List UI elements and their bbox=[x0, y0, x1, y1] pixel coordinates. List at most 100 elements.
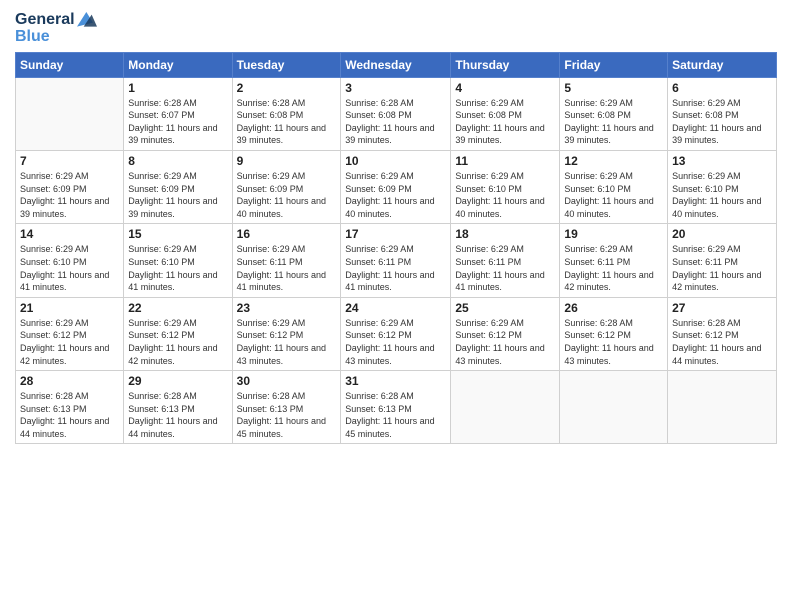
day-number: 12 bbox=[564, 154, 663, 168]
calendar-cell: 2 Sunrise: 6:28 AMSunset: 6:08 PMDaylight… bbox=[232, 77, 341, 150]
day-number: 15 bbox=[128, 227, 227, 241]
day-number: 8 bbox=[128, 154, 227, 168]
calendar-cell: 21 Sunrise: 6:29 AMSunset: 6:12 PMDayligh… bbox=[16, 297, 124, 370]
weekday-header-friday: Friday bbox=[560, 52, 668, 77]
day-number: 17 bbox=[345, 227, 446, 241]
day-number: 14 bbox=[20, 227, 119, 241]
calendar-cell: 8 Sunrise: 6:29 AMSunset: 6:09 PMDaylight… bbox=[124, 150, 232, 223]
cell-sun-info: Sunrise: 6:28 AMSunset: 6:13 PMDaylight:… bbox=[128, 390, 227, 440]
day-number: 10 bbox=[345, 154, 446, 168]
calendar-cell: 14Sunrise: 6:29 AMSunset: 6:10 PMDayligh… bbox=[16, 224, 124, 297]
cell-sun-info: Sunrise: 6:29 AMSunset: 6:12 PMDaylight:… bbox=[345, 317, 446, 367]
cell-sun-info: Sunrise: 6:29 AMSunset: 6:12 PMDaylight:… bbox=[20, 317, 119, 367]
calendar-table: SundayMondayTuesdayWednesdayThursdayFrid… bbox=[15, 52, 777, 445]
day-number: 19 bbox=[564, 227, 663, 241]
cell-sun-info: Sunrise: 6:29 AMSunset: 6:08 PMDaylight:… bbox=[564, 97, 663, 147]
calendar-cell: 9 Sunrise: 6:29 AMSunset: 6:09 PMDaylight… bbox=[232, 150, 341, 223]
calendar-cell: 17 Sunrise: 6:29 AMSunset: 6:11 PMDayligh… bbox=[341, 224, 451, 297]
calendar-cell: 20 Sunrise: 6:29 AMSunset: 6:11 PMDayligh… bbox=[668, 224, 777, 297]
cell-sun-info: Sunrise: 6:29 AMSunset: 6:10 PMDaylight:… bbox=[128, 243, 227, 293]
day-number: 13 bbox=[672, 154, 772, 168]
day-number: 16 bbox=[237, 227, 337, 241]
cell-sun-info: Sunrise: 6:28 AMSunset: 6:07 PMDaylight:… bbox=[128, 97, 227, 147]
calendar-cell bbox=[451, 371, 560, 444]
cell-sun-info: Sunrise: 6:28 AMSunset: 6:13 PMDaylight:… bbox=[20, 390, 119, 440]
weekday-header-tuesday: Tuesday bbox=[232, 52, 341, 77]
weekday-header-thursday: Thursday bbox=[451, 52, 560, 77]
calendar-cell bbox=[560, 371, 668, 444]
cell-sun-info: Sunrise: 6:29 AMSunset: 6:12 PMDaylight:… bbox=[455, 317, 555, 367]
day-number: 24 bbox=[345, 301, 446, 315]
calendar-cell: 22 Sunrise: 6:29 AMSunset: 6:12 PMDayligh… bbox=[124, 297, 232, 370]
cell-sun-info: Sunrise: 6:29 AMSunset: 6:09 PMDaylight:… bbox=[128, 170, 227, 220]
calendar-cell: 23 Sunrise: 6:29 AMSunset: 6:12 PMDayligh… bbox=[232, 297, 341, 370]
calendar-cell: 19Sunrise: 6:29 AMSunset: 6:11 PMDayligh… bbox=[560, 224, 668, 297]
week-row-3: 14 Sunrise: 6:29 AMSunset: 6:10 PMDayligh… bbox=[16, 224, 777, 297]
calendar-cell: 18Sunrise: 6:29 AMSunset: 6:11 PMDayligh… bbox=[451, 224, 560, 297]
calendar-cell: 26 Sunrise: 6:28 AMSunset: 6:12 PMDayligh… bbox=[560, 297, 668, 370]
cell-sun-info: Sunrise: 6:29 AMSunset: 6:11 PMDaylight:… bbox=[672, 243, 772, 293]
cell-sun-info: Sunrise: 6:29 AMSunset: 6:12 PMDaylight:… bbox=[237, 317, 337, 367]
day-number: 30 bbox=[237, 374, 337, 388]
cell-sun-info: Sunrise: 6:29 AMSunset: 6:11 PMDaylight:… bbox=[345, 243, 446, 293]
calendar-cell bbox=[668, 371, 777, 444]
cell-sun-info: Sunrise: 6:29 AMSunset: 6:08 PMDaylight:… bbox=[672, 97, 772, 147]
cell-sun-info: Sunrise: 6:28 AMSunset: 6:08 PMDaylight:… bbox=[237, 97, 337, 147]
weekday-header-sunday: Sunday bbox=[16, 52, 124, 77]
day-number: 4 bbox=[455, 81, 555, 95]
calendar-cell: 28 Sunrise: 6:28 AMSunset: 6:13 PMDayligh… bbox=[16, 371, 124, 444]
day-number: 2 bbox=[237, 81, 337, 95]
calendar-cell: 24 Sunrise: 6:29 AMSunset: 6:12 PMDayligh… bbox=[341, 297, 451, 370]
cell-sun-info: Sunrise: 6:28 AMSunset: 6:12 PMDaylight:… bbox=[672, 317, 772, 367]
calendar-cell: 10Sunrise: 6:29 AMSunset: 6:09 PMDayligh… bbox=[341, 150, 451, 223]
day-number: 6 bbox=[672, 81, 772, 95]
calendar-cell: 7 Sunrise: 6:29 AMSunset: 6:09 PMDaylight… bbox=[16, 150, 124, 223]
cell-sun-info: Sunrise: 6:29 AMSunset: 6:12 PMDaylight:… bbox=[128, 317, 227, 367]
cell-sun-info: Sunrise: 6:29 AMSunset: 6:11 PMDaylight:… bbox=[237, 243, 337, 293]
logo-general: General bbox=[15, 11, 75, 29]
weekday-header-row: SundayMondayTuesdayWednesdayThursdayFrid… bbox=[16, 52, 777, 77]
day-number: 21 bbox=[20, 301, 119, 315]
calendar-cell: 1 Sunrise: 6:28 AMSunset: 6:07 PMDaylight… bbox=[124, 77, 232, 150]
cell-sun-info: Sunrise: 6:28 AMSunset: 6:12 PMDaylight:… bbox=[564, 317, 663, 367]
day-number: 3 bbox=[345, 81, 446, 95]
calendar-cell bbox=[16, 77, 124, 150]
day-number: 18 bbox=[455, 227, 555, 241]
day-number: 7 bbox=[20, 154, 119, 168]
day-number: 22 bbox=[128, 301, 227, 315]
day-number: 31 bbox=[345, 374, 446, 388]
cell-sun-info: Sunrise: 6:28 AMSunset: 6:08 PMDaylight:… bbox=[345, 97, 446, 147]
calendar-cell: 30Sunrise: 6:28 AMSunset: 6:13 PMDayligh… bbox=[232, 371, 341, 444]
logo-blue: Blue bbox=[15, 28, 97, 46]
day-number: 26 bbox=[564, 301, 663, 315]
cell-sun-info: Sunrise: 6:29 AMSunset: 6:08 PMDaylight:… bbox=[455, 97, 555, 147]
calendar-cell: 25 Sunrise: 6:29 AMSunset: 6:12 PMDayligh… bbox=[451, 297, 560, 370]
week-row-2: 7 Sunrise: 6:29 AMSunset: 6:09 PMDaylight… bbox=[16, 150, 777, 223]
cell-sun-info: Sunrise: 6:29 AMSunset: 6:09 PMDaylight:… bbox=[20, 170, 119, 220]
logo-container: General Blue bbox=[15, 10, 97, 46]
day-number: 1 bbox=[128, 81, 227, 95]
weekday-header-monday: Monday bbox=[124, 52, 232, 77]
weekday-header-wednesday: Wednesday bbox=[341, 52, 451, 77]
calendar-cell: 12Sunrise: 6:29 AMSunset: 6:10 PMDayligh… bbox=[560, 150, 668, 223]
calendar-cell: 13 Sunrise: 6:29 AMSunset: 6:10 PMDayligh… bbox=[668, 150, 777, 223]
cell-sun-info: Sunrise: 6:28 AMSunset: 6:13 PMDaylight:… bbox=[345, 390, 446, 440]
cell-sun-info: Sunrise: 6:29 AMSunset: 6:09 PMDaylight:… bbox=[237, 170, 337, 220]
calendar-cell: 16 Sunrise: 6:29 AMSunset: 6:11 PMDayligh… bbox=[232, 224, 341, 297]
calendar-cell: 15 Sunrise: 6:29 AMSunset: 6:10 PMDayligh… bbox=[124, 224, 232, 297]
calendar-cell: 5 Sunrise: 6:29 AMSunset: 6:08 PMDaylight… bbox=[560, 77, 668, 150]
day-number: 5 bbox=[564, 81, 663, 95]
cell-sun-info: Sunrise: 6:29 AMSunset: 6:10 PMDaylight:… bbox=[455, 170, 555, 220]
logo: General Blue bbox=[15, 10, 97, 46]
cell-sun-info: Sunrise: 6:29 AMSunset: 6:10 PMDaylight:… bbox=[672, 170, 772, 220]
day-number: 29 bbox=[128, 374, 227, 388]
calendar-cell: 29 Sunrise: 6:28 AMSunset: 6:13 PMDayligh… bbox=[124, 371, 232, 444]
day-number: 20 bbox=[672, 227, 772, 241]
day-number: 23 bbox=[237, 301, 337, 315]
calendar-cell: 11Sunrise: 6:29 AMSunset: 6:10 PMDayligh… bbox=[451, 150, 560, 223]
calendar-cell: 6 Sunrise: 6:29 AMSunset: 6:08 PMDaylight… bbox=[668, 77, 777, 150]
day-number: 9 bbox=[237, 154, 337, 168]
day-number: 28 bbox=[20, 374, 119, 388]
day-number: 27 bbox=[672, 301, 772, 315]
day-number: 25 bbox=[455, 301, 555, 315]
